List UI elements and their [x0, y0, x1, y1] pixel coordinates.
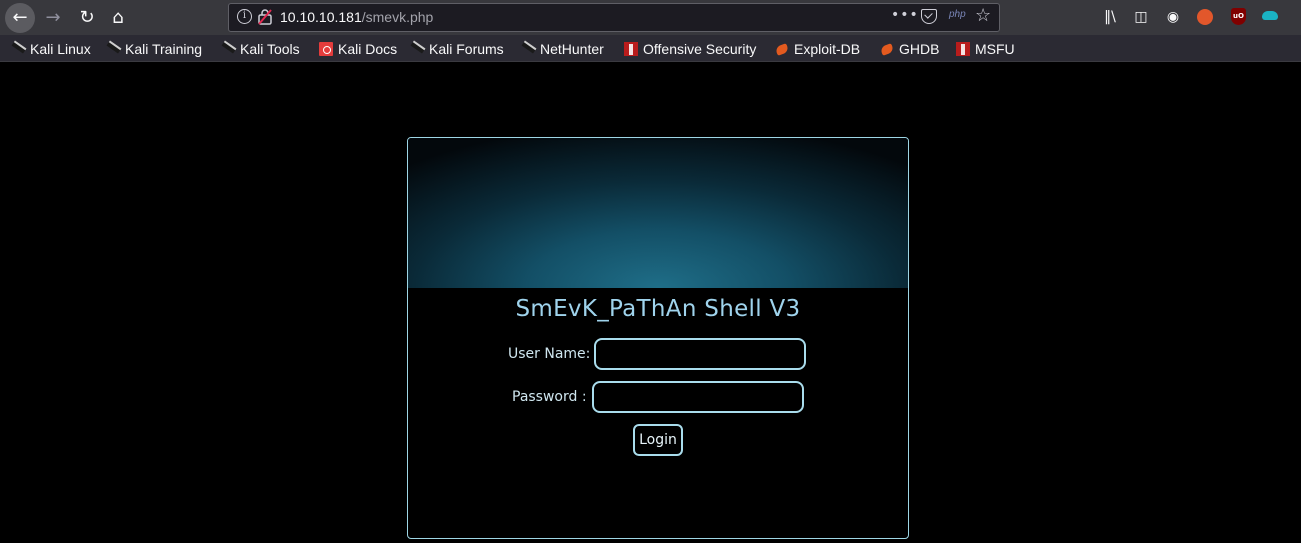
bookmark-label: Kali Tools [240, 41, 300, 57]
bookmark-kali-forums[interactable]: Kali Forums [410, 40, 504, 58]
extension-icon[interactable] [1197, 9, 1213, 25]
banner-image [408, 138, 908, 288]
bookmarks-toolbar: Kali Linux Kali Training Kali Tools Kali… [0, 35, 1301, 62]
bookmark-exploit-db[interactable]: Exploit-DB [775, 40, 860, 58]
username-input[interactable] [594, 338, 807, 370]
kali-dragon-icon [410, 42, 424, 56]
bookmark-kali-docs[interactable]: Kali Docs [319, 40, 397, 58]
bookmark-label: Kali Docs [338, 41, 398, 57]
back-icon[interactable]: ← [5, 3, 35, 33]
bookmark-kali-linux[interactable]: Kali Linux [11, 40, 91, 58]
insecure-lock-icon[interactable] [258, 9, 272, 25]
address-bar[interactable]: i 10.10.10.181/smevk.php ••• php ☆ [228, 3, 1000, 32]
url-host: 10.10.10.181 [280, 9, 362, 25]
sidebar-icon[interactable]: ◫ [1131, 6, 1151, 28]
page-actions-icon[interactable]: ••• [891, 7, 919, 23]
library-icon[interactable]: ‖\ [1100, 6, 1120, 28]
kali-dragon-icon [521, 42, 535, 56]
bookmark-nethunter[interactable]: NetHunter [521, 40, 604, 58]
ublock-origin-icon[interactable]: uO [1231, 8, 1246, 25]
page-title: SmEvK_PaThAn Shell V3 [515, 296, 801, 322]
bookmark-kali-tools[interactable]: Kali Tools [221, 40, 300, 58]
kali-docs-icon [319, 42, 333, 56]
kali-dragon-icon [11, 42, 25, 56]
reload-icon[interactable]: ↻ [72, 3, 102, 33]
url-path: /smevk.php [361, 9, 434, 25]
home-icon[interactable]: ⌂ [103, 3, 133, 33]
bookmark-label: GHDB [899, 41, 940, 57]
bookmark-label: Exploit-DB [794, 41, 861, 57]
kali-dragon-icon [221, 42, 235, 56]
offsec-icon [956, 42, 970, 56]
username-label: User Name: [508, 346, 591, 362]
bookmark-star-icon[interactable]: ☆ [975, 5, 991, 26]
kali-dragon-icon [106, 42, 120, 56]
php-badge[interactable]: php [949, 9, 966, 20]
cloud-extension-icon[interactable] [1262, 11, 1278, 20]
bookmark-label: NetHunter [540, 41, 604, 57]
exploit-db-icon [775, 42, 789, 56]
exploit-db-icon [880, 42, 894, 56]
offsec-icon [624, 42, 638, 56]
password-input[interactable] [591, 381, 804, 413]
password-label: Password : [512, 389, 587, 405]
bookmark-label: Kali Forums [429, 41, 504, 57]
login-panel: SmEvK_PaThAn Shell V3 User Name: Passwor… [407, 137, 909, 539]
password-row: Password : [512, 381, 804, 413]
url-text[interactable]: 10.10.10.181/smevk.php [280, 9, 433, 25]
bookmark-label: Kali Linux [30, 41, 91, 57]
bookmark-msfu[interactable]: MSFU [956, 40, 1015, 58]
bookmark-offensive-security[interactable]: Offensive Security [624, 40, 756, 58]
bookmark-label: MSFU [975, 41, 1015, 57]
login-button[interactable]: Login [633, 424, 683, 456]
account-icon[interactable]: ◉ [1163, 6, 1183, 28]
browser-toolbar: ← → ↻ ⌂ i 10.10.10.181/smevk.php ••• php… [0, 0, 1301, 35]
site-info-icon[interactable]: i [237, 9, 252, 24]
bookmark-label: Kali Training [125, 41, 203, 57]
username-row: User Name: [508, 338, 807, 370]
bookmark-kali-training[interactable]: Kali Training [106, 40, 202, 58]
bookmark-label: Offensive Security [643, 41, 757, 57]
forward-icon[interactable]: → [38, 3, 68, 33]
pocket-icon[interactable] [921, 9, 937, 24]
bookmark-ghdb[interactable]: GHDB [880, 40, 939, 58]
